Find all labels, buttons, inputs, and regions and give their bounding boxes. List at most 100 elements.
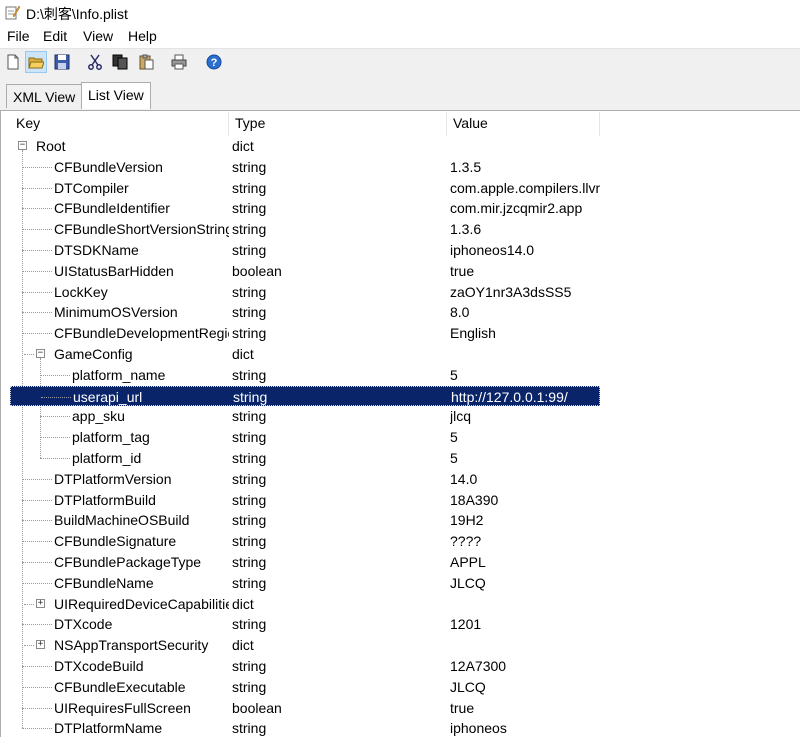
expand-icon[interactable]: + xyxy=(36,599,45,608)
column-header-value[interactable]: Value xyxy=(447,112,600,136)
tree-row[interactable]: DTPlatformBuild string 18A390 xyxy=(10,490,600,510)
row-value: 18A390 xyxy=(450,492,499,508)
row-value: 5 xyxy=(450,450,458,466)
tree-connector xyxy=(40,416,70,417)
row-type: string xyxy=(232,304,267,320)
column-header-key[interactable]: Key xyxy=(10,112,229,136)
tree-row[interactable]: userapi_url string http://127.0.0.1:99/ xyxy=(10,386,600,406)
save-icon[interactable] xyxy=(51,51,73,73)
row-type: string xyxy=(232,429,267,445)
row-value: 5 xyxy=(450,367,458,383)
tree-row[interactable]: CFBundleName string JLCQ xyxy=(10,573,600,593)
tree-connector xyxy=(22,208,52,209)
tree-row[interactable]: + UIRequiredDeviceCapabilities dict xyxy=(10,594,600,614)
row-key: DTPlatformVersion xyxy=(54,471,172,487)
tree-connector xyxy=(22,250,52,251)
row-key: UIStatusBarHidden xyxy=(54,263,174,279)
row-type: string xyxy=(232,325,267,341)
menu-file[interactable]: File xyxy=(7,28,30,44)
menu-help[interactable]: Help xyxy=(128,28,157,44)
tree-row[interactable]: CFBundleSignature string???? xyxy=(10,531,600,551)
column-header-type[interactable]: Type xyxy=(229,112,447,136)
row-value: 19H2 xyxy=(450,512,484,528)
row-type: string xyxy=(232,492,267,508)
tree-row[interactable]: DTXcodeBuild string 12A7300 xyxy=(10,656,600,676)
row-value: com.mir.jzcqmir2.app xyxy=(450,200,583,216)
row-type: string xyxy=(232,242,267,258)
cut-icon[interactable] xyxy=(84,51,106,73)
row-key: CFBundleIdentifier xyxy=(54,200,170,216)
row-value: zaOY1nr3A3dsSS5 xyxy=(450,284,572,300)
menu-view[interactable]: View xyxy=(83,28,113,44)
row-value: 12A7300 xyxy=(450,658,507,674)
row-value: true xyxy=(450,700,475,716)
tree-connector xyxy=(22,167,52,168)
tree-row[interactable]: − GameConfig dict xyxy=(10,344,600,364)
tree-row[interactable]: UIRequiresFullScreen boolean true xyxy=(10,698,600,718)
tree-row[interactable]: − Root dict xyxy=(10,136,600,156)
tree-connector xyxy=(22,687,52,688)
row-type: string xyxy=(232,616,267,632)
row-key: platform_id xyxy=(72,450,142,466)
tree-row[interactable]: CFBundleShortVersionString string 1.3.6 xyxy=(10,219,600,239)
row-key: platform_name xyxy=(72,367,166,383)
tree-row[interactable]: DTXcode string 1201 xyxy=(10,614,600,634)
row-key: GameConfig xyxy=(54,346,133,362)
tree-connector xyxy=(22,229,52,230)
tree-row[interactable]: UIStatusBarHidden boolean true xyxy=(10,261,600,281)
notepad-pencil-icon xyxy=(4,4,21,20)
row-key: CFBundleExecutable xyxy=(54,679,186,695)
tree-row[interactable]: DTSDKName string iphoneos14.0 xyxy=(10,240,600,260)
tree-row[interactable]: app_sku string jlcq xyxy=(10,406,600,426)
row-type: dict xyxy=(232,346,254,362)
row-key: MinimumOSVersion xyxy=(54,304,178,320)
collapse-icon[interactable]: − xyxy=(18,141,27,150)
row-type: string xyxy=(232,221,267,237)
menu-edit[interactable]: Edit xyxy=(43,28,67,44)
tree-row[interactable]: DTCompiler string com.apple.compilers.llvm xyxy=(10,178,600,198)
menu-bar: File Edit View Help xyxy=(0,26,800,48)
row-type: dict xyxy=(232,637,254,653)
tab-strip: XML View List View xyxy=(0,75,800,111)
paste-icon[interactable] xyxy=(135,51,157,73)
row-key: LockKey xyxy=(54,284,108,300)
tab-list-view[interactable]: List View xyxy=(81,82,151,109)
row-key: CFBundlePackageType xyxy=(54,554,202,570)
row-type: string xyxy=(232,512,267,528)
tab-xml-view[interactable]: XML View xyxy=(6,84,83,108)
print-icon[interactable] xyxy=(168,51,190,73)
tree-row[interactable]: BuildMachineOSBuild string 19H2 xyxy=(10,510,600,530)
tree-row[interactable]: CFBundleIdentifier string com.mir.jzcqmir2… xyxy=(10,198,600,218)
row-value: 14.0 xyxy=(450,471,478,487)
row-key: DTPlatformName xyxy=(54,720,163,736)
tree-row[interactable]: platform_id string 5 xyxy=(10,448,600,468)
tree-connector xyxy=(40,437,70,438)
tree-row[interactable]: CFBundleVersion string 1.3.5 xyxy=(10,157,600,177)
row-type: string xyxy=(233,389,268,405)
row-value: true xyxy=(450,263,475,279)
collapse-icon[interactable]: − xyxy=(36,349,45,358)
tree-row[interactable]: LockKey string zaOY1nr3A3dsSS5 xyxy=(10,282,600,302)
window-title: D:\刺客\Info.plist xyxy=(26,6,128,22)
tree-row[interactable]: CFBundlePackageType string APPL xyxy=(10,552,600,572)
tree-row[interactable]: + NSAppTransportSecurity dict xyxy=(10,635,600,655)
row-value: 1.3.6 xyxy=(450,221,482,237)
tree-row[interactable]: DTPlatformVersion string 14.0 xyxy=(10,469,600,489)
help-icon[interactable]: ? xyxy=(203,51,225,73)
tree-row[interactable]: DTPlatformName string iphoneos xyxy=(10,718,600,738)
tree-row[interactable]: platform_name string 5 xyxy=(10,365,600,385)
expand-icon[interactable]: + xyxy=(36,640,45,649)
new-file-icon[interactable] xyxy=(2,51,24,73)
tree-row[interactable]: MinimumOSVersion string 8.0 xyxy=(10,302,600,322)
row-value: JLCQ xyxy=(450,679,486,695)
tree-row[interactable]: CFBundleDevelopmentRegion string English xyxy=(10,323,600,343)
title-bar: D:\刺客\Info.plist xyxy=(0,0,800,26)
row-key: UIRequiresFullScreen xyxy=(54,700,191,716)
row-value: http://127.0.0.1:99/ xyxy=(451,389,568,405)
tree-row[interactable]: CFBundleExecutable string JLCQ xyxy=(10,677,600,697)
tree-row[interactable]: platform_tag string 5 xyxy=(10,427,600,447)
open-folder-icon[interactable] xyxy=(25,51,47,73)
row-key: CFBundleDevelopmentRegion xyxy=(54,325,229,341)
row-value: 1201 xyxy=(450,616,482,632)
copy-icon[interactable] xyxy=(109,51,131,73)
